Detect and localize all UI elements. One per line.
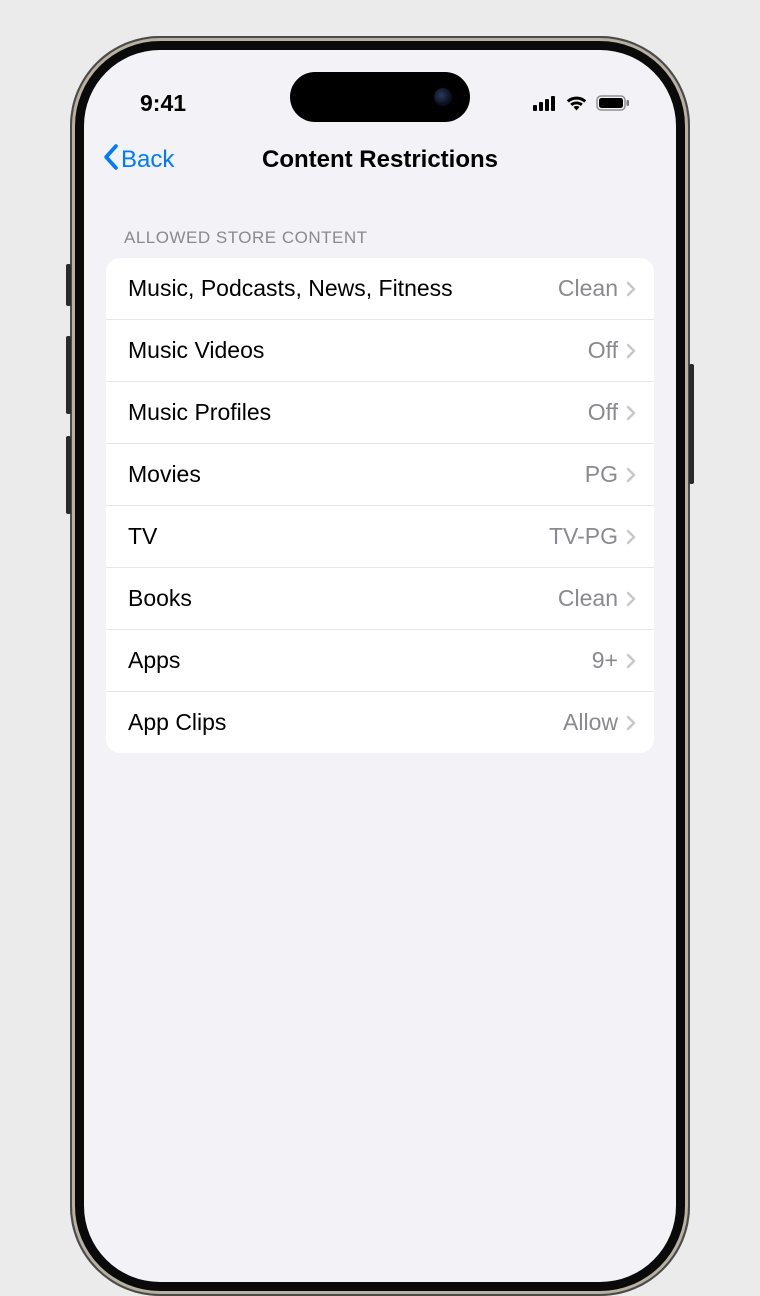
row-label: Music, Podcasts, News, Fitness [128,275,558,302]
back-label: Back [121,146,174,174]
row-label: Books [128,585,558,612]
chevron-right-icon [626,529,636,545]
side-button-volume-down [66,436,71,514]
chevron-right-icon [626,715,636,731]
row-books[interactable]: Books Clean [106,568,654,630]
row-apps[interactable]: Apps 9+ [106,630,654,692]
row-value: Clean [558,585,618,612]
row-music-profiles[interactable]: Music Profiles Off [106,382,654,444]
chevron-right-icon [626,281,636,297]
row-value: Off [588,337,618,364]
cellular-icon [533,90,557,117]
navigation-bar: Back Content Restrictions [84,128,676,188]
row-label: App Clips [128,709,563,736]
row-movies[interactable]: Movies PG [106,444,654,506]
dynamic-island [290,72,470,122]
row-label: Movies [128,461,585,488]
content-area: Allowed Store Content Music, Podcasts, N… [84,188,676,753]
wifi-icon [565,90,588,117]
chevron-right-icon [626,405,636,421]
row-value: 9+ [592,647,618,674]
page-title: Content Restrictions [102,146,658,174]
row-value: Off [588,399,618,426]
settings-list: Music, Podcasts, News, Fitness Clean Mus… [106,258,654,753]
chevron-right-icon [626,591,636,607]
row-label: Music Videos [128,337,588,364]
chevron-left-icon [102,144,119,177]
side-button-power [689,364,694,484]
row-value: TV-PG [549,523,618,550]
row-label: Music Profiles [128,399,588,426]
chevron-right-icon [626,653,636,669]
row-music-podcasts[interactable]: Music, Podcasts, News, Fitness Clean [106,258,654,320]
phone-frame: 9:41 [70,36,690,1296]
row-value: PG [585,461,618,488]
battery-icon [596,90,630,117]
row-value: Clean [558,275,618,302]
section-header: Allowed Store Content [106,228,654,258]
row-label: TV [128,523,549,550]
status-indicators [533,90,630,117]
row-label: Apps [128,647,592,674]
side-button-silent [66,264,71,306]
row-music-videos[interactable]: Music Videos Off [106,320,654,382]
side-button-volume-up [66,336,71,414]
row-value: Allow [563,709,618,736]
camera-lens [434,88,452,106]
row-tv[interactable]: TV TV-PG [106,506,654,568]
status-time: 9:41 [140,90,186,117]
back-button[interactable]: Back [102,144,174,177]
chevron-right-icon [626,467,636,483]
row-app-clips[interactable]: App Clips Allow [106,692,654,753]
screen: 9:41 [84,50,676,1282]
chevron-right-icon [626,343,636,359]
